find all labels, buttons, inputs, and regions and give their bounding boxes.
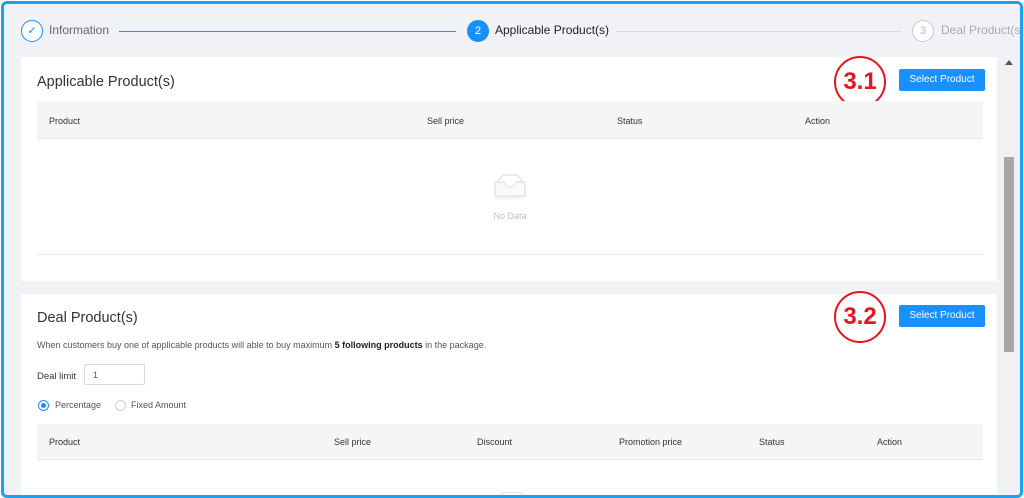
percentage-radio[interactable] xyxy=(38,400,49,411)
select-deal-product-button[interactable]: Select Product xyxy=(899,305,985,327)
column-header-sell-price[interactable]: Sell price xyxy=(334,437,371,447)
empty-state: No Data xyxy=(37,139,983,255)
column-header-promotion-price[interactable]: Promotion price xyxy=(619,437,682,447)
deal-limit-label: Deal limit xyxy=(37,371,77,382)
empty-inbox-icon xyxy=(499,492,525,495)
steps-bar: ✓ Information 2 Applicable Product(s) 3 … xyxy=(4,4,1020,56)
step-2-label[interactable]: Applicable Product(s) xyxy=(495,23,609,37)
deal-description-bold: 5 following products xyxy=(334,340,423,350)
deal-products-title: Deal Product(s) xyxy=(37,310,138,326)
fixed-amount-radio-label[interactable]: Fixed Amount xyxy=(131,400,186,410)
applicable-products-card: Applicable Product(s) 3.1 Select Product… xyxy=(21,56,997,281)
fixed-amount-radio[interactable] xyxy=(115,400,126,411)
scroll-up-arrow-icon[interactable] xyxy=(1005,60,1013,65)
deal-products-card: Deal Product(s) 3.2 Select Product When … xyxy=(21,291,997,495)
column-header-product[interactable]: Product xyxy=(49,437,80,447)
column-header-product[interactable]: Product xyxy=(49,116,80,126)
scrollbar-thumb[interactable] xyxy=(1004,157,1014,352)
step-connector-1 xyxy=(119,31,456,32)
column-header-status[interactable]: Status xyxy=(759,437,785,447)
column-header-action[interactable]: Action xyxy=(877,437,902,447)
applicable-products-title: Applicable Product(s) xyxy=(37,74,175,90)
vertical-scrollbar[interactable] xyxy=(1002,57,1016,495)
deal-table-header: Product Sell price Discount Promotion pr… xyxy=(37,424,983,460)
app-window: ✓ Information 2 Applicable Product(s) 3 … xyxy=(1,1,1023,498)
column-header-action[interactable]: Action xyxy=(805,116,830,126)
applicable-table-header: Product Sell price Status Action xyxy=(37,101,983,139)
deal-description-prefix: When customers buy one of applicable pro… xyxy=(37,340,335,350)
column-header-sell-price[interactable]: Sell price xyxy=(427,116,464,126)
annotation-3-2: 3.2 xyxy=(834,291,886,343)
step-3-label[interactable]: Deal Product(s) xyxy=(941,23,1020,37)
step-connector-2 xyxy=(616,31,902,32)
deal-description: When customers buy one of applicable pro… xyxy=(37,340,486,350)
step-2-number[interactable]: 2 xyxy=(467,20,489,42)
empty-inbox-icon xyxy=(494,174,526,200)
column-header-status[interactable]: Status xyxy=(617,116,643,126)
step-1-check-icon[interactable]: ✓ xyxy=(21,20,43,42)
column-header-discount[interactable]: Discount xyxy=(477,437,512,447)
percentage-radio-label[interactable]: Percentage xyxy=(55,400,101,410)
empty-text: No Data xyxy=(493,211,527,221)
deal-limit-input[interactable] xyxy=(84,364,145,385)
step-3-number[interactable]: 3 xyxy=(912,20,934,42)
select-applicable-product-button[interactable]: Select Product xyxy=(899,69,985,91)
deal-description-suffix: in the package. xyxy=(422,340,487,350)
step-1-label[interactable]: Information xyxy=(49,23,109,37)
